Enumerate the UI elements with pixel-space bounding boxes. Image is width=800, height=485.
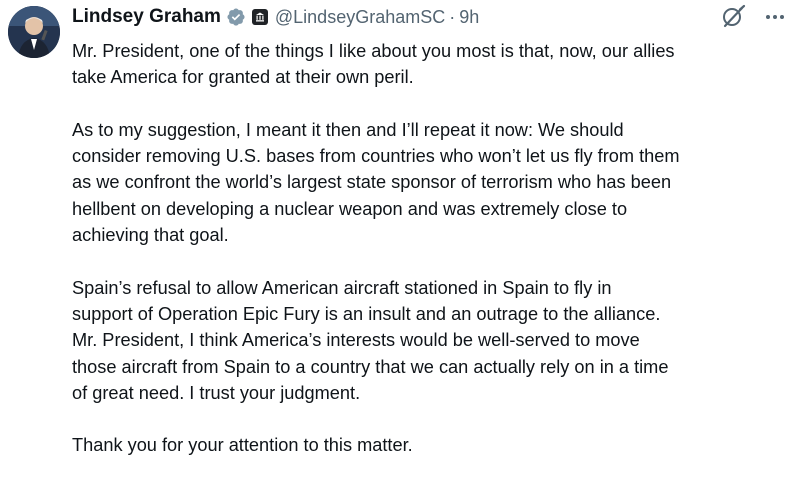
tweet-header: Lindsey Graham @LindseyGrahamSC · 9h (72, 4, 479, 30)
tweet-text: Mr. President, one of the things I like … (72, 38, 792, 459)
government-affiliation-icon (251, 9, 268, 25)
tweet-paragraph: As to my suggestion, I meant it then and… (72, 119, 680, 246)
tweet-paragraph: Thank you for your attention to this mat… (72, 435, 413, 456)
tweet-paragraph: Mr. President, one of the things I like … (72, 41, 675, 88)
tweet-paragraph: Spain’s refusal to allow American aircra… (72, 277, 669, 403)
separator-dot: · (449, 6, 456, 27)
grok-icon[interactable] (720, 4, 746, 30)
timestamp[interactable]: 9h (459, 7, 479, 28)
user-handle[interactable]: @LindseyGrahamSC (275, 7, 445, 28)
avatar[interactable] (8, 6, 60, 58)
more-options-icon[interactable] (764, 6, 786, 28)
tweet: Lindsey Graham @LindseyGrahamSC · 9h Mr.… (0, 0, 800, 485)
tweet-actions-top (720, 4, 786, 30)
verified-badge-icon (226, 7, 246, 27)
display-name[interactable]: Lindsey Graham (72, 6, 221, 28)
